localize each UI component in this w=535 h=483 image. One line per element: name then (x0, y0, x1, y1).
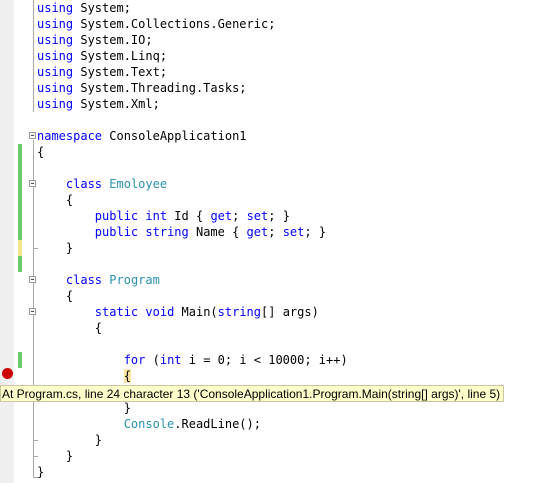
code-line: public int Id { get; set; } (94, 209, 290, 223)
change-bar-unsaved (18, 240, 22, 256)
collapse-namespace-icon[interactable] (29, 132, 36, 139)
code-line: } (37, 433, 103, 447)
outline-guide (33, 0, 34, 112)
code-area[interactable]: using System; using System.Collections.G… (37, 0, 535, 480)
code-line: namespace ConsoleApplication1 (37, 129, 247, 143)
code-line: using System; (37, 1, 131, 15)
code-line-breakpoint: { (37, 368, 535, 384)
code-line: using System.Xml; (37, 97, 160, 111)
breakpoint-tooltip: At Program.cs, line 24 character 13 ('Co… (0, 385, 505, 402)
code-line: { (37, 289, 74, 303)
breakpoint-icon[interactable] (2, 368, 13, 379)
code-line: using System.Linq; (37, 49, 168, 63)
code-line: for (int i = 0; i < 10000; i++) (123, 353, 348, 367)
collapse-class-icon[interactable] (29, 180, 36, 187)
code-line: } (37, 465, 45, 479)
indicator-margin[interactable] (0, 0, 14, 483)
code-line: { (37, 193, 74, 207)
code-line: { (37, 145, 45, 159)
code-line: static void Main(string[] args) (94, 305, 319, 319)
code-line: { (37, 321, 103, 335)
change-bar-saved (18, 352, 22, 368)
code-line: using System.Collections.Generic; (37, 17, 276, 31)
code-line: using System.Threading.Tasks; (37, 81, 247, 95)
code-editor[interactable]: using System; using System.Collections.G… (0, 0, 535, 483)
collapse-class-icon[interactable] (29, 276, 36, 283)
code-line: class Emoloyee (65, 177, 168, 191)
code-line: Console.ReadLine(); (123, 417, 261, 431)
highlighted-brace: { (123, 369, 131, 383)
change-bar-saved (18, 256, 22, 272)
code-line: using System.IO; (37, 33, 153, 47)
code-line: } (37, 449, 74, 463)
code-line: using System.Text; (37, 65, 168, 79)
code-line: } (37, 241, 74, 255)
code-line: public string Name { get; set; } (94, 225, 327, 239)
collapse-method-icon[interactable] (29, 308, 36, 315)
code-line: class Program (65, 273, 160, 287)
